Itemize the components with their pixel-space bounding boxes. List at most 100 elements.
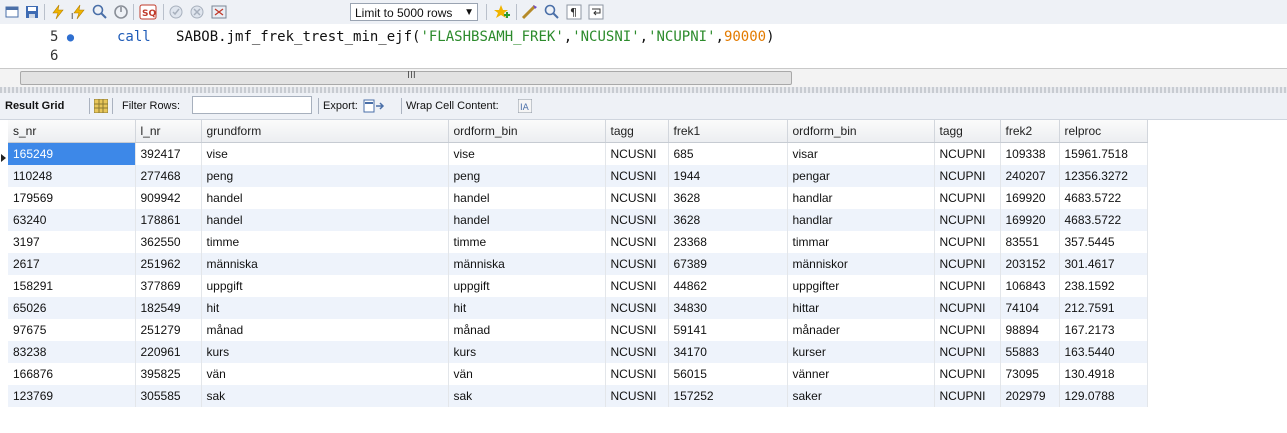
limit-rows-select[interactable]: Limit to 5000 rows ▼ [350,3,478,21]
table-cell[interactable]: 15961.7518 [1059,142,1148,165]
table-cell[interactable]: 67389 [668,253,788,275]
table-cell[interactable]: kurser [787,341,935,363]
scrollbar-thumb[interactable]: III [20,70,792,85]
table-cell[interactable]: 165249 [8,142,136,165]
table-cell[interactable]: 74104 [1000,297,1060,319]
table-cell[interactable]: NCUSNI [605,165,669,187]
table-cell[interactable]: NCUPNI [934,319,1001,341]
column-header-ordform-bin[interactable]: ordform_bin [448,120,606,143]
table-cell[interactable]: vän [448,363,606,385]
table-cell[interactable]: 251962 [135,253,202,275]
table-cell[interactable]: timme [448,231,606,253]
table-cell[interactable]: 392417 [135,142,202,165]
grid-view-icon[interactable] [94,93,108,119]
table-cell[interactable]: NCUPNI [934,275,1001,297]
beautify-icon[interactable] [520,3,540,21]
table-cell[interactable]: vise [201,142,449,165]
table-row[interactable]: 166876 395825 vän vän NCUSNI 56015 vänner NCUPN… [8,363,1148,385]
table-cell[interactable]: 63240 [8,209,136,231]
table-cell[interactable]: vänner [787,363,935,385]
table-cell[interactable]: handel [201,209,449,231]
table-cell[interactable]: 377869 [135,275,202,297]
wrap-lines-icon[interactable] [586,3,606,21]
table-cell[interactable]: 167.2173 [1059,319,1148,341]
export-icon[interactable] [363,93,385,119]
table-cell[interactable]: 179569 [8,187,136,209]
table-cell[interactable]: peng [448,165,606,187]
table-cell[interactable]: NCUSNI [605,231,669,253]
table-row[interactable]: 83238 220961 kurs kurs NCUSNI 34170 kurser NCUP… [8,341,1148,363]
column-header-tagg[interactable]: tagg [605,120,669,143]
table-row[interactable]: 63240 178861 handel handel NCUSNI 3628 handlar… [8,209,1148,231]
column-header-l-nr[interactable]: l_nr [135,120,202,143]
explain-icon[interactable] [91,3,109,21]
result-grid-tab[interactable]: Result Grid [5,93,64,119]
table-cell[interactable]: 166876 [8,363,136,385]
table-cell[interactable]: 83238 [8,341,136,363]
table-cell[interactable]: hittar [787,297,935,319]
filter-rows-input[interactable] [192,96,312,114]
table-row[interactable]: 158291 377869 uppgift uppgift NCUSNI 44862 upp… [8,275,1148,297]
table-cell[interactable]: NCUPNI [934,297,1001,319]
table-row[interactable]: 110248 277468 peng peng NCUSNI 1944 pengar NCUP… [8,165,1148,187]
table-cell[interactable]: 202979 [1000,385,1060,407]
table-cell[interactable]: handlar [787,209,935,231]
table-cell[interactable]: människor [787,253,935,275]
table-cell[interactable]: 251279 [135,319,202,341]
table-cell[interactable]: visar [787,142,935,165]
table-cell[interactable]: 106843 [1000,275,1060,297]
table-cell[interactable]: 4683.5722 [1059,209,1148,231]
table-cell[interactable]: 110248 [8,165,136,187]
table-cell[interactable]: människa [201,253,449,275]
table-cell[interactable]: peng [201,165,449,187]
sql-statement[interactable]: call SABOB.jmf_frek_trest_min_ejf('FLASH… [117,29,775,45]
table-cell[interactable]: NCUPNI [934,363,1001,385]
table-cell[interactable]: saker [787,385,935,407]
table-cell[interactable]: NCUSNI [605,142,669,165]
table-cell[interactable]: 3197 [8,231,136,253]
table-cell[interactable]: 203152 [1000,253,1060,275]
table-row[interactable]: 65026 182549 hit hit NCUSNI 34830 hittar NCUPNI… [8,297,1148,319]
table-cell[interactable]: 240207 [1000,165,1060,187]
table-cell[interactable]: NCUPNI [934,165,1001,187]
execute-current-icon[interactable]: I [70,3,88,21]
table-row[interactable]: 179569 909942 handel handel NCUSNI 3628 handla… [8,187,1148,209]
new-tab-icon[interactable] [4,3,20,21]
table-cell[interactable]: 73095 [1000,363,1060,385]
table-cell[interactable]: 909942 [135,187,202,209]
table-cell[interactable]: NCUPNI [934,231,1001,253]
toggle-autocommit-icon[interactable]: SQ [137,3,159,21]
table-cell[interactable]: 3628 [668,187,788,209]
table-cell[interactable]: 109338 [1000,142,1060,165]
table-cell[interactable]: pengar [787,165,935,187]
table-cell[interactable]: 56015 [668,363,788,385]
table-cell[interactable]: uppgift [448,275,606,297]
table-cell[interactable]: 277468 [135,165,202,187]
table-cell[interactable]: vän [201,363,449,385]
table-cell[interactable]: 395825 [135,363,202,385]
table-cell[interactable]: NCUSNI [605,363,669,385]
table-cell[interactable]: NCUSNI [605,187,669,209]
table-cell[interactable]: 357.5445 [1059,231,1148,253]
execute-icon[interactable] [49,3,67,21]
table-cell[interactable]: 44862 [668,275,788,297]
column-header-ordform-bin[interactable]: ordform_bin [787,120,935,143]
toggle-error-icon[interactable] [210,3,228,21]
column-header-relproc[interactable]: relproc [1059,120,1148,143]
wrap-cell-toggle-icon[interactable]: IA [518,93,532,119]
table-cell[interactable]: vise [448,142,606,165]
table-cell[interactable]: 305585 [135,385,202,407]
table-cell[interactable]: 157252 [668,385,788,407]
table-cell[interactable]: 98894 [1000,319,1060,341]
table-cell[interactable]: 130.4918 [1059,363,1148,385]
table-cell[interactable]: timmar [787,231,935,253]
table-cell[interactable]: 2617 [8,253,136,275]
column-header-tagg[interactable]: tagg [934,120,1001,143]
table-cell[interactable]: 55883 [1000,341,1060,363]
table-cell[interactable]: 12356.3272 [1059,165,1148,187]
table-cell[interactable]: 685 [668,142,788,165]
table-cell[interactable]: 65026 [8,297,136,319]
table-cell[interactable]: handel [201,187,449,209]
commit-icon[interactable] [167,3,185,21]
table-cell[interactable]: NCUSNI [605,275,669,297]
